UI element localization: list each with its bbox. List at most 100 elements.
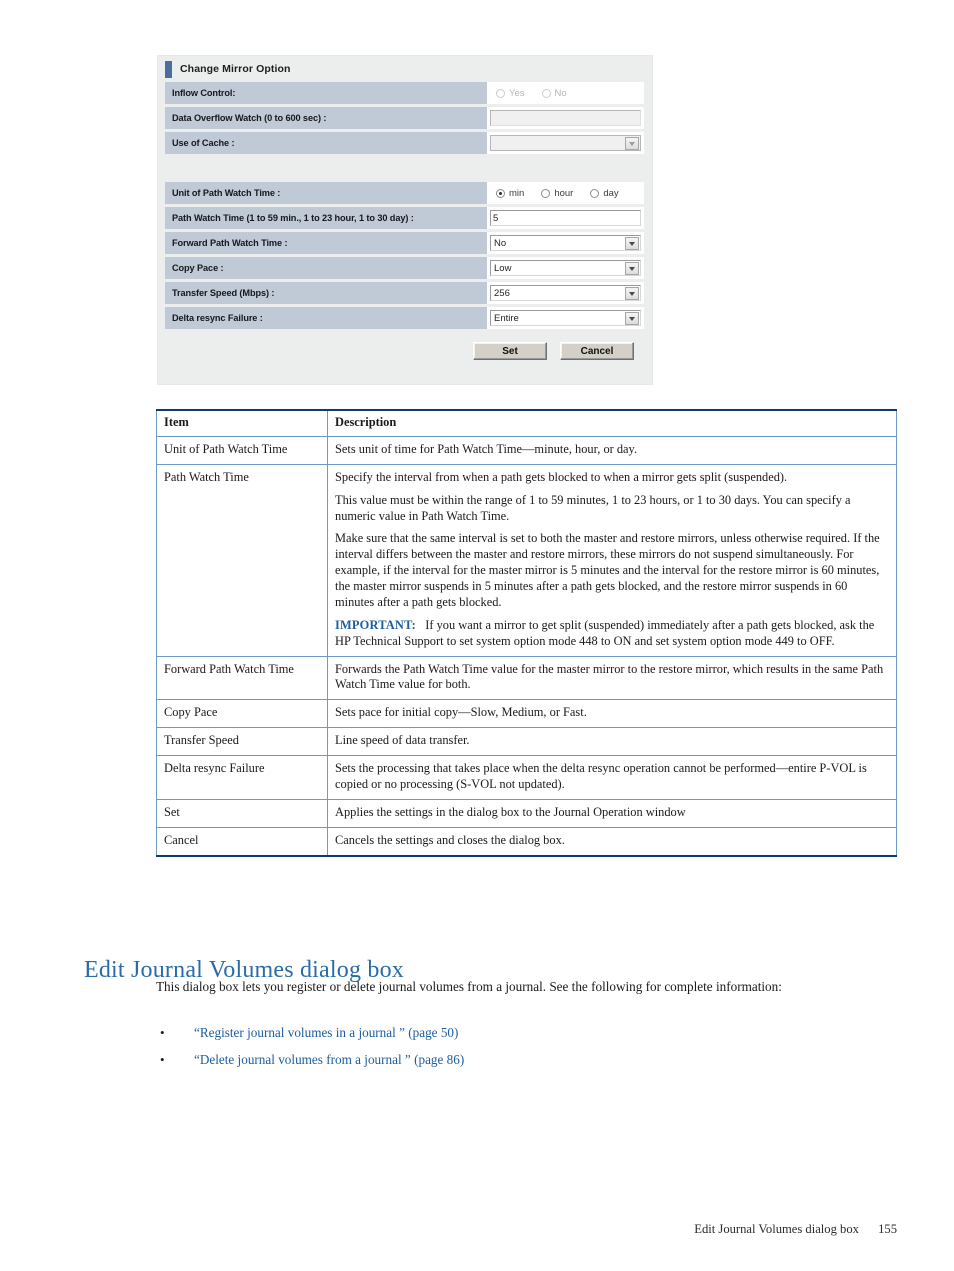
chevron-down-icon [625,287,639,300]
dialog-button-row: Set Cancel [165,332,644,360]
cross-reference-link[interactable]: “Register journal volumes in a journal ”… [194,1024,458,1042]
description-paragraph: Sets pace for initial copy—Slow, Medium,… [335,705,587,720]
radio-dot-icon [541,188,551,198]
table-cell-description: Sets pace for initial copy—Slow, Medium,… [327,699,897,729]
list-item: • “Delete journal volumes from a journal… [156,1051,886,1069]
bullet-icon: • [160,1025,165,1040]
copy-pace-dropdown[interactable]: Low [490,260,641,276]
table-row: Set Applies the settings in the dialog b… [156,798,897,828]
radio-label: min [509,187,525,199]
cross-reference-list: • “Register journal volumes in a journal… [156,1024,886,1078]
radio-dot-icon [496,88,505,98]
label-forward-path-watch-time: Forward Path Watch Time : [165,232,487,254]
table-header-row: Item Description [156,409,897,437]
inflow-control-radio-group[interactable]: Yes No [490,88,567,99]
radio-inflow-yes[interactable]: Yes [496,88,525,99]
form-row-transfer-speed: Transfer Speed (Mbps) : 256 [165,282,644,304]
control-path-watch-time [487,207,644,229]
table-cell-description: Applies the settings in the dialog box t… [327,798,897,828]
page-number: 155 [878,1222,897,1236]
form-row-unit-of-path-watch-time: Unit of Path Watch Time : min hour day [165,182,644,204]
form-row-copy-pace: Copy Pace : Low [165,257,644,279]
form-row-path-watch-time: Path Watch Time (1 to 59 min., 1 to 23 h… [165,207,644,229]
control-forward-path-watch-time: No [487,232,644,254]
radio-label: Yes [509,87,525,99]
table-cell-item: Copy Pace [156,699,328,729]
cross-reference-link[interactable]: “Delete journal volumes from a journal ”… [194,1051,464,1069]
item-description-table: Item Description Unit of Path Watch Time… [156,409,897,857]
control-inflow-control: Yes No [487,82,644,104]
radio-dot-icon [541,88,551,98]
copy-pace-value: Low [494,262,512,274]
form-row-use-of-cache: Use of Cache : [165,132,644,154]
label-inflow-control: Inflow Control: [165,82,487,104]
description-paragraph: Forwards the Path Watch Time value for t… [335,661,884,692]
important-note: IMPORTANT: If you want a mirror to get s… [335,618,889,650]
form-row-forward-path-watch-time: Forward Path Watch Time : No [165,232,644,254]
dialog-title-bar: Change Mirror Option [158,56,652,82]
label-path-watch-time: Path Watch Time (1 to 59 min., 1 to 23 h… [165,207,487,229]
dialog-title: Change Mirror Option [180,63,291,75]
transfer-speed-dropdown[interactable]: 256 [490,285,641,301]
control-use-of-cache [487,132,644,154]
radio-dot-selected-icon [496,188,505,198]
radio-unit-day[interactable]: day [590,188,619,199]
section-intro-text: This dialog box lets you register or del… [156,979,782,994]
chevron-down-icon [625,137,639,150]
form-row-delta-resync-failure: Delta resync Failure : Entire [165,307,644,329]
table-row: Cancel Cancels the settings and closes t… [156,826,897,857]
table-cell-item: Cancel [156,826,328,857]
use-of-cache-dropdown[interactable] [490,135,641,151]
chevron-down-icon [625,312,639,325]
description-paragraph: Make sure that the same interval is set … [335,531,880,609]
table-row: Transfer Speed Line speed of data transf… [156,727,897,756]
control-copy-pace: Low [487,257,644,279]
control-unit-of-path-watch-time: min hour day [487,182,644,204]
table-row: Path Watch Time Specify the interval fro… [156,463,897,657]
transfer-speed-value: 256 [494,287,510,299]
table-cell-description: Sets the processing that takes place whe… [327,755,897,800]
radio-unit-hour[interactable]: hour [541,188,573,199]
cancel-button[interactable]: Cancel [560,342,634,360]
radio-unit-min[interactable]: min [496,188,524,199]
column-header-description: Description [327,409,897,437]
chevron-down-icon [625,237,639,250]
column-header-item: Item [156,409,328,437]
control-delta-resync-failure: Entire [487,307,644,329]
table-row: Copy Pace Sets pace for initial copy—Slo… [156,699,897,729]
table-cell-item: Set [156,798,328,828]
form-row-spacer [165,157,644,179]
table-row: Forward Path Watch Time Forwards the Pat… [156,655,897,701]
change-mirror-option-dialog: Change Mirror Option Inflow Control: Yes… [157,55,653,385]
table-cell-description: Forwards the Path Watch Time value for t… [327,655,897,701]
label-transfer-speed: Transfer Speed (Mbps) : [165,282,487,304]
bullet-icon: • [160,1051,165,1067]
label-delta-resync-failure: Delta resync Failure : [165,307,487,329]
important-text: If you want a mirror to get split (suspe… [335,617,875,648]
path-watch-time-input[interactable] [490,210,641,226]
list-item: • “Register journal volumes in a journal… [156,1024,886,1042]
control-data-overflow-watch [487,107,644,129]
delta-resync-failure-dropdown[interactable]: Entire [490,310,641,326]
title-accent-bar-icon [165,60,172,78]
table-cell-item: Forward Path Watch Time [156,655,328,701]
description-paragraph: Cancels the settings and closes the dial… [335,832,565,847]
form-row-data-overflow-watch: Data Overflow Watch (0 to 600 sec) : [165,107,644,129]
table-cell-item: Delta resync Failure [156,755,328,800]
set-button[interactable]: Set [473,342,547,360]
unit-of-path-watch-time-radio-group[interactable]: min hour day [490,188,619,199]
table-cell-item: Path Watch Time [156,463,328,657]
forward-path-watch-time-dropdown[interactable]: No [490,235,641,251]
page-footer: Edit Journal Volumes dialog box 155 [0,1222,897,1237]
table-row: Unit of Path Watch Time Sets unit of tim… [156,435,897,465]
description-paragraph: Sets the processing that takes place whe… [335,761,867,791]
description-paragraph: Applies the settings in the dialog box t… [335,804,686,819]
table-row: Delta resync Failure Sets the processing… [156,755,897,800]
delta-resync-failure-value: Entire [494,312,519,324]
label-use-of-cache: Use of Cache : [165,132,487,154]
radio-label: No [554,87,567,99]
chevron-down-icon [625,262,639,275]
data-overflow-watch-input[interactable] [490,110,641,126]
table-cell-description: Sets unit of time for Path Watch Time—mi… [327,435,897,465]
radio-inflow-no[interactable]: No [541,87,567,99]
